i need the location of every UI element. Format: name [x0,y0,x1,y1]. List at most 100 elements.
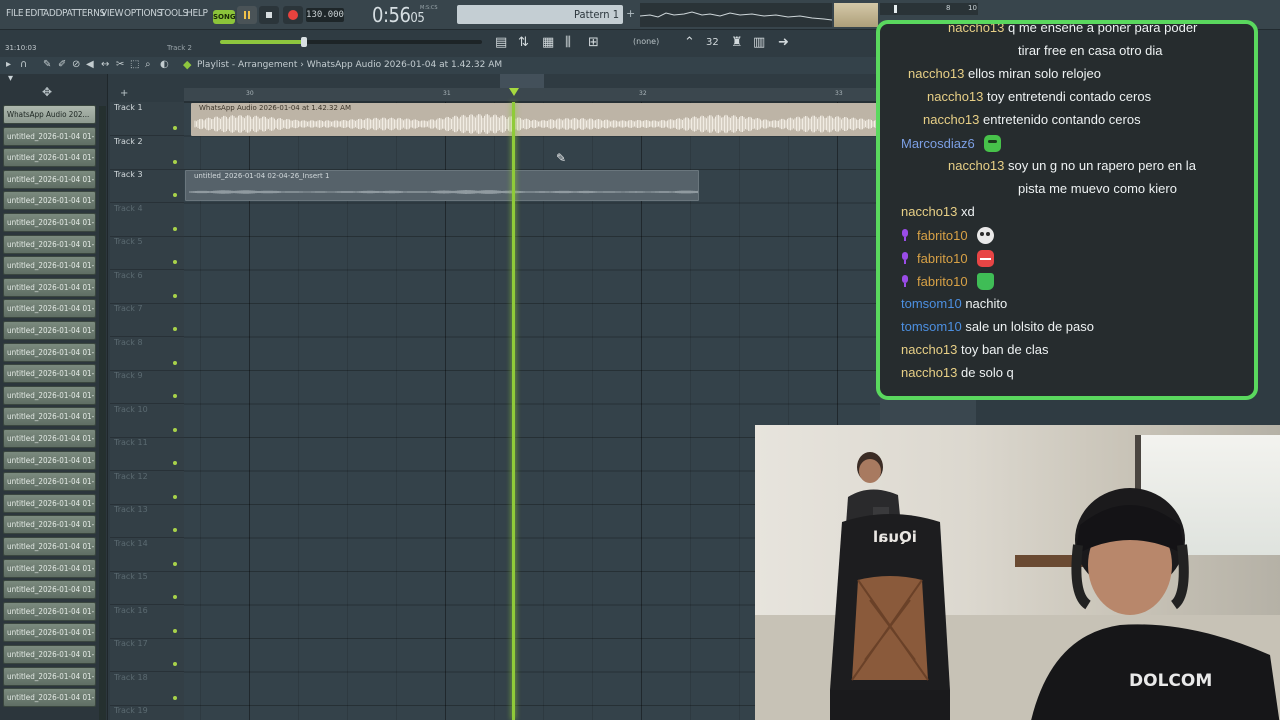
channel-rack-icon[interactable]: ▦ [542,35,554,50]
track-name[interactable]: Track 6 [114,271,143,280]
browser-clip-item[interactable]: untitled_2026-01-04 01-... [3,537,96,556]
add-pattern-button[interactable]: + [626,7,635,20]
playhead-marker[interactable] [509,88,519,96]
browser-clip-item[interactable]: untitled_2026-01-04 01-... [3,364,96,384]
browser-clip-item[interactable]: untitled_2026-01-04 01-... [3,493,96,513]
track-name[interactable]: Track 5 [114,237,143,246]
browser-clip-item[interactable]: untitled_2026-01-04 01-... [3,515,96,535]
track-name[interactable]: Track 16 [114,606,148,615]
browser-clip-item[interactable]: untitled_2026-01-04 01-... [3,601,96,621]
track-mute-led[interactable] [173,394,177,398]
menu-patterns[interactable]: PATTERNS [62,8,105,19]
track-mute-led[interactable] [173,427,177,432]
browser-clip-item[interactable]: untitled_2026-01-04 01-... [3,299,96,319]
track-name[interactable]: Track 14 [114,539,148,548]
menu-tools[interactable]: TOOLS [159,8,188,19]
browser-clip-item[interactable]: untitled_2026-01-04 01-... [3,623,96,643]
browser-clip-item[interactable]: untitled_2026-01-04 01-... [3,234,96,254]
pattern-selector[interactable]: Pattern 1 [457,5,623,24]
track-name[interactable]: Track 19 [114,706,148,715]
track-name[interactable]: Track 3 [114,170,143,179]
browser-clip-item[interactable]: untitled_2026-01-04 01-... [3,385,96,405]
browser-clip-item[interactable]: untitled_2026-01-04 01-... [3,126,96,146]
chat-username[interactable]: naccho13 [901,365,957,380]
mute-icon[interactable]: ◀ [86,59,94,70]
piano-roll-icon[interactable]: ⇅ [518,35,529,50]
track-name[interactable]: Track 12 [114,472,148,481]
track-mute-led[interactable] [173,193,177,197]
track-name[interactable]: Track 2 [114,137,143,146]
master-volume-slider[interactable] [220,37,482,47]
step-edit-icon[interactable]: 32 [706,37,719,48]
chat-username[interactable]: naccho13 [908,66,964,81]
track-mute-led[interactable] [173,595,177,599]
slice-icon[interactable]: ✂ [116,59,124,70]
menu-edit[interactable]: EDIT [25,8,45,19]
menu-file[interactable]: FILE [6,8,24,19]
playback-icon[interactable]: ◐ [160,59,169,70]
track-mute-led[interactable] [173,260,177,264]
track-mute-led[interactable] [173,461,177,465]
menu-help[interactable]: HELP [186,8,208,19]
track-mute-led[interactable] [173,628,177,633]
chat-username[interactable]: tomsom10 [901,296,962,311]
track-mute-led[interactable] [173,226,177,231]
delete-icon[interactable]: ⊘ [72,59,80,70]
loop-region[interactable] [500,74,544,88]
audio-clip-track-3[interactable]: untitled_2026-01-04 02-04-26_Insert 1 [185,170,699,201]
magnet-icon[interactable]: ∩ [20,59,27,70]
pause-button[interactable] [237,6,257,24]
track-mute-led[interactable] [173,293,177,298]
chat-username[interactable]: fabrito10 [917,274,968,289]
browser-clip-item[interactable]: untitled_2026-01-04 01-... [3,558,96,578]
menu-options[interactable]: OPTIONS [124,8,162,19]
browser-clip-item[interactable]: untitled_2026-01-04 01-... [3,429,96,448]
track-name[interactable]: Track 11 [114,438,148,447]
song-mode-button[interactable]: SONG [213,10,236,24]
browser-clip-item[interactable]: untitled_2026-01-04 01-... [3,688,96,708]
chat-username[interactable]: fabrito10 [917,228,968,243]
browser-clip-item[interactable]: WhatsApp Audio 202... [3,105,96,124]
track-name[interactable]: Track 1 [114,103,143,112]
stop-button[interactable] [259,6,279,24]
chat-username[interactable]: Marcosdiaz6 [901,136,975,151]
add-track-icon[interactable]: + [120,88,128,99]
record-button[interactable] [283,6,303,24]
browser-clip-item[interactable]: untitled_2026-01-04 01-... [3,580,96,600]
chat-username[interactable]: fabrito10 [917,251,968,266]
browser-clip-item[interactable]: untitled_2026-01-04 01-... [3,342,96,362]
track-name[interactable]: Track 9 [114,371,143,380]
next-arrow-icon[interactable]: ➜ [778,35,789,50]
browser-move-icon[interactable]: ✥ [42,85,52,99]
track-name[interactable]: Track 15 [114,572,148,581]
track-name[interactable]: Track 10 [114,405,148,414]
track-mute-led[interactable] [173,126,177,130]
snap-selector[interactable]: (none) [633,37,659,46]
track-mute-led[interactable] [173,695,177,700]
tempo-display[interactable]: 130.000 [306,8,344,22]
track-name[interactable]: Track 13 [114,505,148,514]
browser-clip-item[interactable]: untitled_2026-01-04 01-... [3,666,96,686]
playlist-window-icon[interactable]: ▤ [495,35,507,50]
chat-username[interactable]: naccho13 [948,158,1004,173]
zoom-icon[interactable]: ⌕ [145,59,151,70]
browser-clip-item[interactable]: untitled_2026-01-04 01-... [3,213,96,232]
chat-username[interactable]: naccho13 [901,204,957,219]
browser-icon[interactable]: ⊞ [588,35,599,50]
track-mute-led[interactable] [173,159,177,164]
audio-clip-track-1[interactable]: WhatsApp Audio 2026-01-04 at 1.42.32 AM [191,103,880,136]
playlist-menu-arrow-icon[interactable]: ▸ [6,59,11,70]
browser-clip-item[interactable]: untitled_2026-01-04 01-... [3,148,96,168]
metronome-icon[interactable]: ⌃ [684,35,695,50]
track-name[interactable]: Track 8 [114,338,143,347]
track-mute-led[interactable] [173,662,177,666]
chat-username[interactable]: naccho13 [948,24,1004,35]
menu-view[interactable]: VIEW [101,8,123,19]
master-volume-knob[interactable] [300,37,307,47]
browser-clip-item[interactable]: untitled_2026-01-04 01-... [3,321,96,340]
timeline-ruler[interactable]: 30 31 32 33 [184,88,880,102]
track-name[interactable]: Track 17 [114,639,148,648]
browser-expand-icon[interactable]: ▾ [8,73,13,84]
track-mute-led[interactable] [173,360,177,365]
track-mute-led[interactable] [173,327,177,331]
